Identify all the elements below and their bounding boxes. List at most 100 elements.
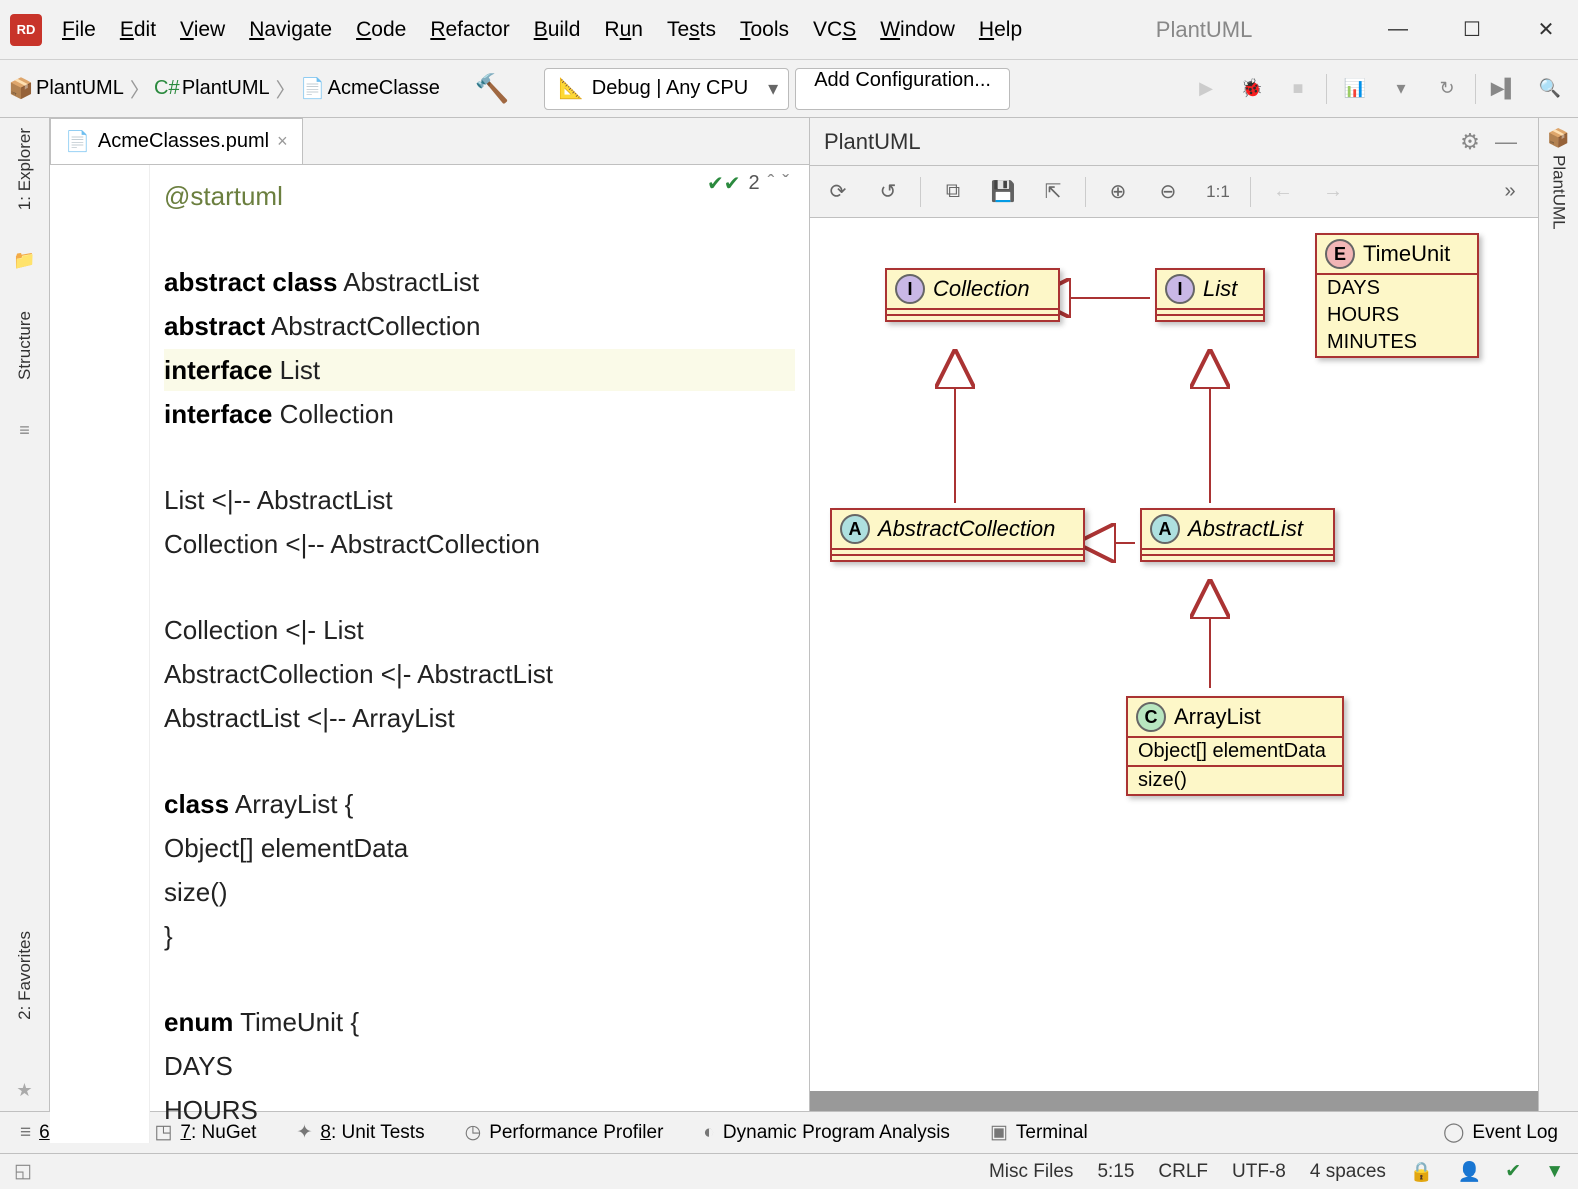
gear-icon[interactable]: ⚙: [1452, 124, 1488, 160]
uml-label: TimeUnit: [1363, 241, 1450, 267]
menu-window[interactable]: Window: [880, 18, 955, 42]
breadcrumb-file[interactable]: 📄 AcmeClasse: [302, 77, 440, 100]
shield-icon[interactable]: ▼: [1545, 1161, 1564, 1183]
status-bar: ◱ Misc Files 5:15 CRLF UTF-8 4 spaces 🔒 …: [0, 1153, 1578, 1189]
reload-icon[interactable]: ↺: [870, 174, 906, 210]
menu-refactor[interactable]: Refactor: [430, 18, 509, 42]
breadcrumb-separator: 〉: [130, 74, 150, 103]
menu-vcs[interactable]: VCS: [813, 18, 856, 42]
profile-dropdown[interactable]: ▾: [1383, 71, 1419, 107]
plantuml-tab[interactable]: PlantUML: [1549, 155, 1569, 230]
search-everywhere-button[interactable]: 🔍: [1532, 71, 1568, 107]
debug-button[interactable]: 🐞: [1234, 71, 1270, 107]
explorer-tab[interactable]: 1: Explorer: [15, 128, 35, 210]
plantuml-tab-label: PlantUML: [1549, 155, 1569, 230]
menu-code[interactable]: Code: [356, 18, 406, 42]
star-icon[interactable]: ★: [16, 1080, 32, 1101]
menu-view[interactable]: View: [180, 18, 225, 42]
export-icon[interactable]: ⇱: [1035, 174, 1071, 210]
lock-icon[interactable]: 🔒: [1410, 1160, 1434, 1184]
left-tool-strip: 1: Explorer 📁 Structure ≡ 2: Favorites ★: [0, 118, 50, 1111]
menu-edit[interactable]: Edit: [120, 18, 156, 42]
code-area[interactable]: @startuml abstract class AbstractList ab…: [150, 165, 809, 1143]
uml-label: ArrayList: [1174, 704, 1261, 730]
status-indent[interactable]: 4 spaces: [1310, 1161, 1386, 1183]
nav-back-icon[interactable]: ←: [1265, 174, 1301, 210]
structure-tab[interactable]: Structure: [15, 311, 35, 380]
next-highlight-icon[interactable]: ˇ: [782, 172, 789, 195]
favorites-tab[interactable]: 2: Favorites: [15, 931, 35, 1020]
editor-tab[interactable]: 📄 AcmeClasses.puml ×: [50, 118, 303, 164]
menu-tools[interactable]: Tools: [740, 18, 789, 42]
menu-tests[interactable]: Tests: [667, 18, 716, 42]
uml-enum-timeunit: ETimeUnit DAYS HOURS MINUTES: [1315, 233, 1479, 358]
breadcrumb-root[interactable]: 📦 PlantUML: [10, 77, 124, 100]
editor-pane: 📄 AcmeClasses.puml × ✔✔ 2 ˆ ˇ @startuml …: [50, 118, 810, 1111]
diagram-area[interactable]: ICollection IList AAbstractCollection AA…: [810, 218, 1538, 1111]
check-icon[interactable]: ✔: [1505, 1160, 1521, 1183]
editor-tab-label: AcmeClasses.puml: [98, 130, 269, 153]
editor-tab-row: 📄 AcmeClasses.puml ×: [50, 118, 809, 165]
debug-icon: 📐: [559, 76, 584, 101]
status-context[interactable]: Misc Files: [989, 1161, 1073, 1183]
editor-gutter: [50, 165, 150, 1143]
tool-windows-icon[interactable]: ◱: [14, 1160, 32, 1183]
status-position[interactable]: 5:15: [1097, 1161, 1134, 1183]
inspection-widget[interactable]: ✔✔ 2 ˆ ˇ: [707, 171, 789, 196]
minimize-button[interactable]: —: [1386, 18, 1410, 42]
breadcrumb-project[interactable]: C# PlantUML: [156, 77, 270, 100]
add-configuration-button[interactable]: Add Configuration...: [795, 68, 1010, 110]
terminal-label: Terminal: [1016, 1122, 1088, 1144]
zoom-reset-button[interactable]: 1:1: [1200, 174, 1236, 210]
run-config-select[interactable]: 📐 Debug | Any CPU: [544, 68, 789, 110]
uml-label: List: [1203, 276, 1237, 302]
horizontal-scrollbar[interactable]: [810, 1091, 1538, 1111]
puml-icon: 📄: [302, 78, 324, 100]
more-icon[interactable]: »: [1492, 174, 1528, 210]
uml-enum-value: DAYS: [1317, 273, 1477, 302]
status-encoding[interactable]: UTF-8: [1232, 1161, 1286, 1183]
nav-forward-icon[interactable]: →: [1315, 174, 1351, 210]
run-anything-button[interactable]: ▶▌: [1486, 71, 1522, 107]
inspection-icon[interactable]: 👤: [1458, 1160, 1482, 1184]
event-log-tab[interactable]: ◯Event Log: [1443, 1121, 1558, 1144]
terminal-tab[interactable]: ▣ Terminal: [990, 1121, 1088, 1144]
plantuml-tool-icon[interactable]: 📦: [1547, 128, 1569, 149]
hide-panel-icon[interactable]: —: [1488, 124, 1524, 160]
menu-help[interactable]: Help: [979, 18, 1022, 42]
maximize-button[interactable]: ☐: [1460, 18, 1484, 42]
menubar: File Edit View Navigate Code Refactor Bu…: [62, 18, 1022, 42]
uml-label: AbstractList: [1188, 516, 1303, 542]
list-icon: ≡: [20, 1122, 31, 1144]
zoom-out-icon[interactable]: ⊖: [1150, 174, 1186, 210]
explorer-tab-label: 1: Explorer: [15, 128, 35, 210]
menu-navigate[interactable]: Navigate: [249, 18, 332, 42]
profile-button[interactable]: 📊: [1337, 71, 1373, 107]
prev-highlight-icon[interactable]: ˆ: [768, 172, 775, 195]
attach-button[interactable]: ↻: [1429, 71, 1465, 107]
breadcrumb: 📦 PlantUML 〉 C# PlantUML 〉 📄 AcmeClasse: [10, 74, 440, 103]
copy-icon[interactable]: ⧉: [935, 174, 971, 210]
refresh-icon[interactable]: ⟳: [820, 174, 856, 210]
menu-run[interactable]: Run: [604, 18, 643, 42]
folder-icon[interactable]: 📁: [13, 250, 35, 271]
save-icon[interactable]: 💾: [985, 174, 1021, 210]
stop-button[interactable]: ■: [1280, 71, 1316, 107]
terminal-icon: ▣: [990, 1121, 1008, 1144]
close-button[interactable]: ✕: [1534, 18, 1558, 42]
zoom-in-icon[interactable]: ⊕: [1100, 174, 1136, 210]
run-button[interactable]: ▶: [1188, 71, 1224, 107]
menu-file[interactable]: File: [62, 18, 96, 42]
status-line-ending[interactable]: CRLF: [1158, 1161, 1208, 1183]
build-button[interactable]: 🔨: [472, 69, 512, 109]
preview-title: PlantUML: [824, 129, 921, 155]
structure-icon[interactable]: ≡: [19, 420, 30, 441]
uml-label: Collection: [933, 276, 1030, 302]
editor-body[interactable]: ✔✔ 2 ˆ ˇ @startuml abstract class Abstra…: [50, 165, 809, 1143]
close-tab-icon[interactable]: ×: [277, 131, 288, 152]
uml-field: Object[] elementData: [1128, 736, 1342, 765]
menu-build[interactable]: Build: [534, 18, 581, 42]
uml-enum-value: MINUTES: [1317, 329, 1477, 356]
puml-icon: 📄: [65, 129, 90, 154]
right-tool-strip: 📦 PlantUML: [1538, 118, 1578, 1111]
